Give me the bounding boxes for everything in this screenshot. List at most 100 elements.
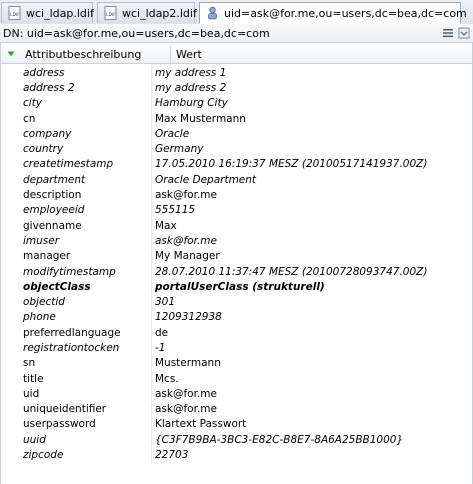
cell-divider (151, 202, 152, 218)
attribute-name: modifytimestamp (23, 265, 116, 278)
cell-divider (151, 172, 152, 188)
attribute-name: createtimestamp (23, 158, 114, 171)
column-header-value[interactable]: Wert (176, 48, 202, 61)
cell-divider (151, 386, 152, 402)
cell-divider (151, 248, 152, 264)
table-row[interactable]: preferredlanguage de (1, 325, 472, 341)
attribute-value[interactable]: Oracle (155, 128, 189, 140)
cell-divider (151, 401, 152, 417)
table-row[interactable]: employeeid 555115 (1, 202, 472, 218)
cell-divider (151, 371, 152, 387)
table-row[interactable]: address 2 my address 2 (1, 80, 472, 96)
attribute-value[interactable]: 1209312938 (155, 311, 222, 323)
attribute-value[interactable]: Mustermann (155, 357, 221, 369)
table-row[interactable]: description ask@for.me (1, 187, 472, 203)
attribute-value[interactable]: 555115 (155, 204, 195, 216)
column-header-attribute[interactable]: Attributbeschreibung (25, 48, 170, 61)
attribute-value[interactable]: ask@for.me (155, 235, 217, 247)
attribute-value[interactable]: 22703 (155, 449, 188, 461)
attribute-value[interactable]: Max Mustermann (155, 113, 246, 125)
cell-divider (151, 416, 152, 432)
svg-text:LDIF: LDIF (10, 12, 20, 18)
attribute-name: preferredlanguage (23, 326, 121, 339)
tab-ldap-entry[interactable]: uid=ask@for.me,ou=users,dc=bea,dc=com ✕ (199, 2, 467, 24)
attribute-name: city (23, 97, 43, 110)
attribute-value[interactable]: ask@for.me (155, 403, 217, 415)
cell-divider (151, 447, 152, 463)
ldif-file-icon: LDIF (8, 6, 21, 20)
attribute-name: registrationtocken (23, 341, 120, 354)
toolbar-options-icon[interactable] (458, 27, 470, 39)
sort-arrow-icon[interactable] (7, 50, 15, 58)
attribute-name: zipcode (23, 449, 64, 462)
table-row[interactable]: registrationtocken -1 (1, 340, 472, 356)
cell-divider (151, 340, 152, 356)
table-row[interactable]: uniqueidentifier ask@for.me (1, 401, 472, 417)
table-body: address my address 1 address 2 my address 2… (1, 65, 472, 463)
table-row[interactable]: cn Max Mustermann (1, 111, 472, 127)
attribute-value[interactable]: 301 (155, 296, 175, 308)
table-row[interactable]: imuser ask@for.me (1, 233, 472, 249)
attribute-value[interactable]: de (155, 327, 168, 339)
attribute-name: givenname (23, 219, 82, 232)
cell-divider (151, 294, 152, 310)
attribute-value[interactable]: my address 1 (155, 67, 226, 79)
tab-wci-ldap2-ldif[interactable]: LDIF wci_ldap2.ldif (97, 2, 197, 23)
attribute-value[interactable]: ask@for.me (155, 189, 217, 201)
table-row[interactable]: manager My Manager (1, 248, 472, 264)
attribute-value[interactable]: Germany (155, 143, 203, 155)
attribute-name: address (23, 66, 65, 79)
attribute-value[interactable]: my address 2 (155, 82, 226, 94)
attribute-value[interactable]: My Manager (155, 250, 220, 262)
table-row[interactable]: phone 1209312938 (1, 309, 472, 325)
attribute-value[interactable]: Klartext Passwort (155, 418, 246, 430)
cell-divider (151, 187, 152, 203)
attribute-value[interactable]: 17.05.2010 16:19:37 MESZ (20100517141937… (155, 158, 427, 170)
attribute-name: imuser (23, 234, 60, 247)
table-row[interactable]: company Oracle (1, 126, 472, 142)
dn-label: DN: uid=ask@for.me,ou=users,dc=bea,dc=co… (3, 26, 270, 40)
attribute-table: Attributbeschreibung Wert address my addr… (0, 43, 473, 484)
attribute-value[interactable]: Max (155, 220, 177, 232)
table-row[interactable]: zipcode 22703 (1, 447, 472, 463)
attribute-name: department (23, 173, 86, 186)
table-row[interactable]: givenname Max (1, 218, 472, 234)
attribute-value[interactable]: {C3F7B9BA-3BC3-E82C-B8E7-8A6A25BB1000} (155, 434, 403, 446)
cell-divider (151, 95, 152, 111)
table-row[interactable]: objectid 301 (1, 294, 472, 310)
attribute-name: uniqueidentifier (23, 403, 107, 416)
table-row[interactable]: sn Mustermann (1, 355, 472, 371)
table-row[interactable]: city Hamburg City (1, 95, 472, 111)
editor-tab-bar: LDIF wci_ldap.ldif LDIF wci_ldap2.ldif u… (0, 0, 473, 25)
cell-divider (151, 264, 152, 279)
table-row[interactable]: modifytimestamp 28.07.2010 11:37:47 MESZ … (1, 264, 472, 279)
attribute-name: description (23, 189, 82, 202)
attribute-name: userpassword (23, 418, 96, 431)
attribute-value[interactable]: -1 (155, 342, 165, 354)
cell-divider (151, 141, 152, 157)
cell-divider (151, 218, 152, 234)
tab-wci-ldap-ldif[interactable]: LDIF wci_ldap.ldif (1, 2, 94, 23)
attribute-value[interactable]: ask@for.me (155, 388, 217, 400)
table-row[interactable]: country Germany (1, 141, 472, 157)
attribute-name: uuid (23, 433, 46, 446)
table-row[interactable]: uid ask@for.me (1, 386, 472, 402)
table-row[interactable]: title Mcs. (1, 371, 472, 387)
table-row[interactable]: uuid {C3F7B9BA-3BC3-E82C-B8E7-8A6A25BB100… (1, 432, 472, 448)
menu-icon[interactable] (442, 27, 454, 39)
cell-divider (151, 80, 152, 96)
table-row[interactable]: address my address 1 (1, 65, 472, 81)
attribute-value[interactable]: 28.07.2010 11:37:47 MESZ (20100728093747… (155, 266, 427, 278)
column-divider[interactable] (170, 45, 171, 63)
attribute-value[interactable]: Hamburg City (155, 97, 228, 109)
table-row[interactable]: department Oracle Department (1, 172, 472, 188)
attribute-value[interactable]: Mcs. (155, 373, 179, 385)
attribute-value[interactable]: portalUserClass (strukturell) (155, 281, 325, 293)
attribute-name: title (23, 372, 44, 385)
cell-divider (151, 325, 152, 341)
table-row[interactable]: createtimestamp 17.05.2010 16:19:37 MESZ … (1, 156, 472, 172)
table-row[interactable]: objectClass portalUserClass (strukturell) (1, 279, 472, 295)
cell-divider (151, 111, 152, 127)
table-row[interactable]: userpassword Klartext Passwort (1, 416, 472, 432)
attribute-value[interactable]: Oracle Department (155, 174, 256, 186)
